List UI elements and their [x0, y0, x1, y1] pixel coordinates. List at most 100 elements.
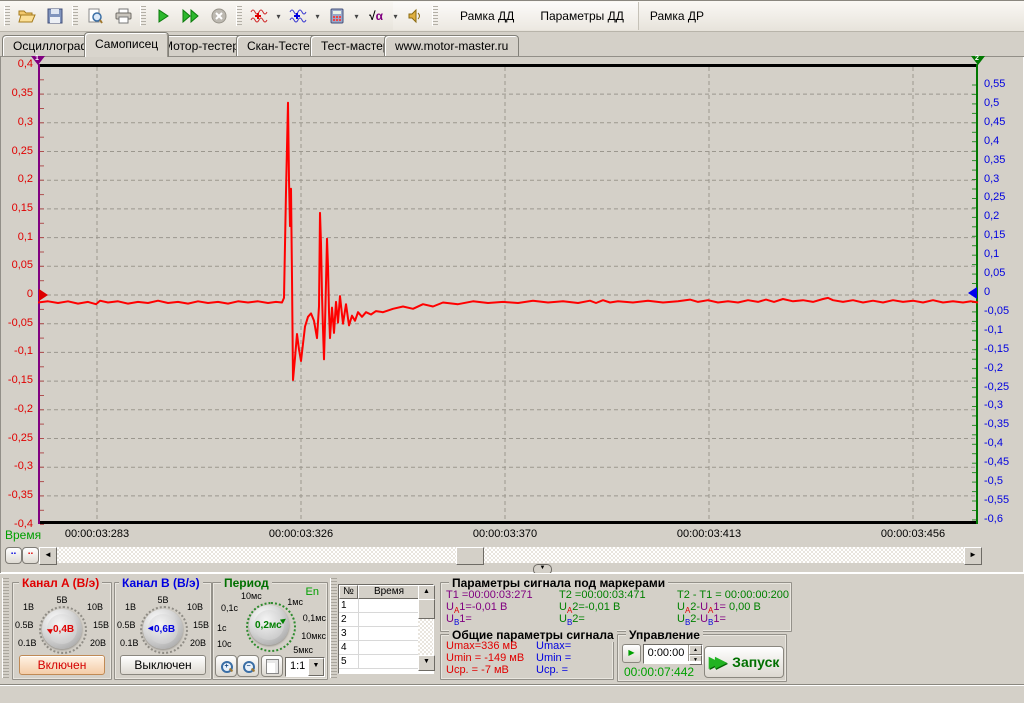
- dub-readout: UB2-UB1=: [677, 613, 726, 627]
- en-indicator: En: [306, 586, 319, 598]
- channel-a-dots-button[interactable]: ..: [5, 547, 22, 564]
- events-table-scrollbar[interactable]: ▲ ▼: [418, 585, 433, 671]
- row-time: [359, 627, 422, 640]
- duration-value: 0:00:00: [644, 647, 688, 659]
- open-button[interactable]: [14, 3, 40, 29]
- right-axis-tick: -0,25: [984, 381, 1009, 393]
- record-play-button[interactable]: ▶: [622, 644, 641, 663]
- events-table: № Время 1 2 3 4 5 ▲ ▼: [338, 584, 434, 674]
- channel-a-value: 0,4В: [53, 624, 74, 635]
- right-axis-tick: 0,2: [984, 210, 999, 222]
- period-scale-10us: 10мкс: [301, 631, 326, 641]
- waveform-plot[interactable]: [38, 64, 979, 525]
- left-axis-tick: 0,3: [0, 116, 33, 128]
- right-axis-tick: -0,15: [984, 343, 1009, 355]
- channel-a-enable-button[interactable]: Включен: [19, 655, 105, 675]
- right-axis-tick: -0,6: [984, 513, 1003, 525]
- left-axis-tick: 0,2: [0, 173, 33, 185]
- params-dd-button[interactable]: Параметры ДД: [528, 4, 636, 28]
- print-button[interactable]: [110, 3, 136, 29]
- time-axis-tick: 00:00:03:283: [52, 528, 142, 540]
- sound-button[interactable]: [402, 3, 428, 29]
- ramka-dr-button[interactable]: Рамка ДР: [638, 4, 716, 28]
- events-col-time-header[interactable]: Время: [358, 585, 420, 599]
- toolbar-gripper: [4, 6, 10, 26]
- scale-ratio-combo[interactable]: 1:1 ▼: [285, 657, 325, 677]
- channel-a-title: Канал A (В/э): [19, 576, 102, 590]
- toolbar-gripper: [432, 6, 438, 26]
- toolbar-gripper: [140, 6, 146, 26]
- tab-bar: Осциллограф Самописец Мотор-тестер Скан-…: [0, 32, 1024, 56]
- spin-up-arrow[interactable]: ▲: [689, 645, 702, 655]
- row-time: [359, 641, 422, 654]
- right-axis-tick: 0,35: [984, 154, 1005, 166]
- row-time: [359, 613, 422, 626]
- print-preview-icon: [87, 8, 103, 24]
- play-button[interactable]: [150, 3, 176, 29]
- channel-a-scale-20: 20В: [90, 638, 106, 648]
- period-scale-10ms: 10мс: [241, 591, 262, 601]
- stop-button[interactable]: [206, 3, 232, 29]
- zoom-out-button[interactable]: −: [237, 655, 259, 677]
- fast-forward-button[interactable]: [178, 3, 204, 29]
- channel-b-dots-button[interactable]: ..: [22, 547, 39, 564]
- period-scale-01ms: 0,1мс: [303, 613, 326, 623]
- ramka-dd-button[interactable]: Рамка ДД: [448, 4, 526, 28]
- right-axis-tick: -0,4: [984, 437, 1003, 449]
- t2-readout: T2 =00:00:03:471: [559, 589, 646, 601]
- ub1-readout: UB1=: [446, 613, 472, 627]
- panel-gripper: [2, 578, 9, 678]
- signal-b-dropdown[interactable]: ▾: [313, 4, 322, 28]
- scroll-down-arrow[interactable]: ▼: [418, 655, 435, 671]
- duration-spinbox[interactable]: 0:00:00 ▲▼: [643, 644, 703, 664]
- scroll-right-arrow[interactable]: ►: [964, 547, 982, 565]
- left-axis-tick: -0,15: [0, 374, 33, 386]
- stop-icon: [211, 8, 227, 24]
- channel-b-enable-button[interactable]: Выключен: [120, 655, 206, 675]
- start-button[interactable]: ▶▶ Запуск: [704, 646, 784, 678]
- marker-params-group: Параметры сигнала под маркерами T1 =00:0…: [440, 582, 792, 632]
- signal-b-button[interactable]: [285, 3, 311, 29]
- save-button[interactable]: [42, 3, 68, 29]
- zoom-out-icon: −: [243, 661, 254, 672]
- channel-a-scale-1: 1В: [23, 602, 34, 612]
- math-button[interactable]: √α: [363, 3, 389, 29]
- period-scale-10s: 10с: [217, 639, 232, 649]
- horizontal-scrollbar[interactable]: ◄ ►: [39, 547, 980, 563]
- new-page-button[interactable]: [261, 655, 283, 677]
- math-dropdown[interactable]: ▾: [391, 4, 400, 28]
- channel-b-scale-01: 0.1В: [120, 638, 139, 648]
- right-axis-tick: 0,15: [984, 229, 1005, 241]
- events-col-num-header[interactable]: №: [339, 585, 358, 599]
- channel-b-scale-10: 10В: [187, 602, 203, 612]
- calculator-button[interactable]: [324, 3, 350, 29]
- start-icon: ▶▶: [709, 652, 728, 672]
- time-axis-tick: 00:00:03:326: [256, 528, 346, 540]
- scroll-left-arrow[interactable]: ◄: [39, 547, 57, 565]
- calculator-dropdown[interactable]: ▾: [352, 4, 361, 28]
- uavg-b: Uср. =: [536, 664, 568, 676]
- channel-b-group: Канал B (В/э) 5В 1В 10В 0.5В 15В 0.1В 20…: [114, 582, 212, 680]
- tab-samopisec[interactable]: Самописец: [84, 32, 169, 57]
- tab-website[interactable]: www.motor-master.ru: [384, 35, 519, 56]
- scroll-thumb[interactable]: [418, 599, 435, 619]
- right-axis-tick: -0,05: [984, 305, 1009, 317]
- right-axis-tick: -0,5: [984, 475, 1003, 487]
- print-preview-button[interactable]: [82, 3, 108, 29]
- row-num: 3: [339, 627, 359, 640]
- zoom-in-button[interactable]: +: [215, 655, 237, 677]
- play-icon: [156, 9, 170, 23]
- spin-down-arrow[interactable]: ▼: [689, 655, 702, 665]
- left-axis-tick: -0,05: [0, 317, 33, 329]
- channel-a-scale-15: 15В: [93, 620, 109, 630]
- elapsed-time: 00:00:07:442: [624, 665, 694, 679]
- signal-a-button[interactable]: [246, 3, 272, 29]
- scroll-thumb[interactable]: [456, 547, 484, 565]
- right-axis-tick: 0,45: [984, 116, 1005, 128]
- right-axis-tick: 0: [984, 286, 990, 298]
- channel-a-scale-01: 0.1В: [18, 638, 37, 648]
- chevron-down-icon[interactable]: ▼: [308, 658, 324, 676]
- signal-a-dropdown[interactable]: ▾: [274, 4, 283, 28]
- right-axis-labels: 0,550,50,450,40,350,30,250,20,150,10,050…: [981, 56, 1023, 536]
- channel-a-scale-05: 0.5В: [15, 620, 34, 630]
